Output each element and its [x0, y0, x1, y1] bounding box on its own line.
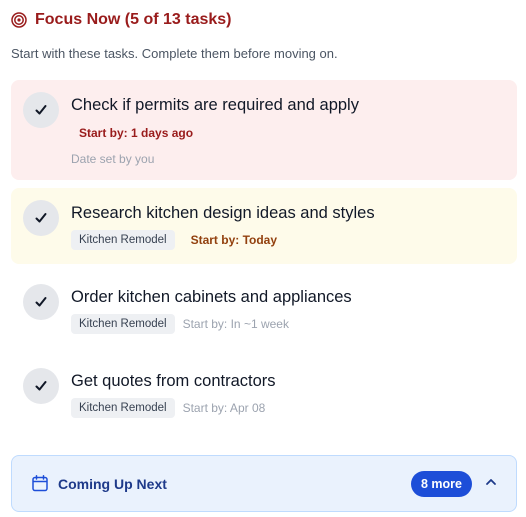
project-tag[interactable]: Kitchen Remodel: [71, 230, 175, 250]
start-by-label: Start by: Apr 08: [182, 401, 266, 415]
task-card: Order kitchen cabinets and appliances Ki…: [11, 272, 517, 348]
task-meta: Start by: 1 days ago: [71, 122, 193, 140]
focus-header: Focus Now (5 of 13 tasks): [11, 8, 232, 32]
project-tag[interactable]: Kitchen Remodel: [71, 398, 175, 418]
task-title[interactable]: Check if permits are required and apply: [71, 96, 359, 115]
task-card: Research kitchen design ideas and styles…: [11, 188, 517, 264]
task-note: Date set by you: [71, 152, 155, 166]
complete-task-button[interactable]: [23, 200, 59, 236]
chevron-up-icon[interactable]: [484, 475, 498, 489]
project-tag[interactable]: Kitchen Remodel: [71, 314, 175, 334]
complete-task-button[interactable]: [23, 368, 59, 404]
task-meta: Kitchen Remodel Start by: Today: [71, 230, 277, 250]
checkmark-icon: [35, 213, 47, 223]
task-card: Get quotes from contractors Kitchen Remo…: [11, 356, 517, 432]
task-title[interactable]: Order kitchen cabinets and appliances: [71, 288, 352, 307]
complete-task-button[interactable]: [23, 92, 59, 128]
start-by-label: Start by: 1 days ago: [79, 126, 194, 140]
start-by-label: Start by: Today: [190, 233, 278, 247]
task-meta: Kitchen Remodel Start by: Apr 08: [71, 398, 265, 418]
coming-up-next-label: Coming Up Next: [58, 475, 167, 492]
complete-task-button[interactable]: [23, 284, 59, 320]
target-icon: [11, 12, 27, 28]
checkmark-icon: [35, 297, 47, 307]
calendar-icon: [32, 475, 48, 492]
page-title: Focus Now (5 of 13 tasks): [35, 11, 232, 28]
task-card: Check if permits are required and apply …: [11, 80, 517, 180]
checkmark-icon: [35, 381, 47, 391]
start-by-label: Start by: In ~1 week: [182, 317, 289, 331]
coming-up-next-toggle[interactable]: Coming Up Next 8 more: [11, 455, 517, 512]
task-title[interactable]: Get quotes from contractors: [71, 372, 276, 391]
task-title[interactable]: Research kitchen design ideas and styles: [71, 204, 375, 223]
checkmark-icon: [35, 105, 47, 115]
page-subtitle: Start with these tasks. Complete them be…: [11, 46, 338, 61]
task-meta: Kitchen Remodel Start by: In ~1 week: [71, 314, 289, 334]
more-count-badge: 8 more: [411, 471, 472, 497]
